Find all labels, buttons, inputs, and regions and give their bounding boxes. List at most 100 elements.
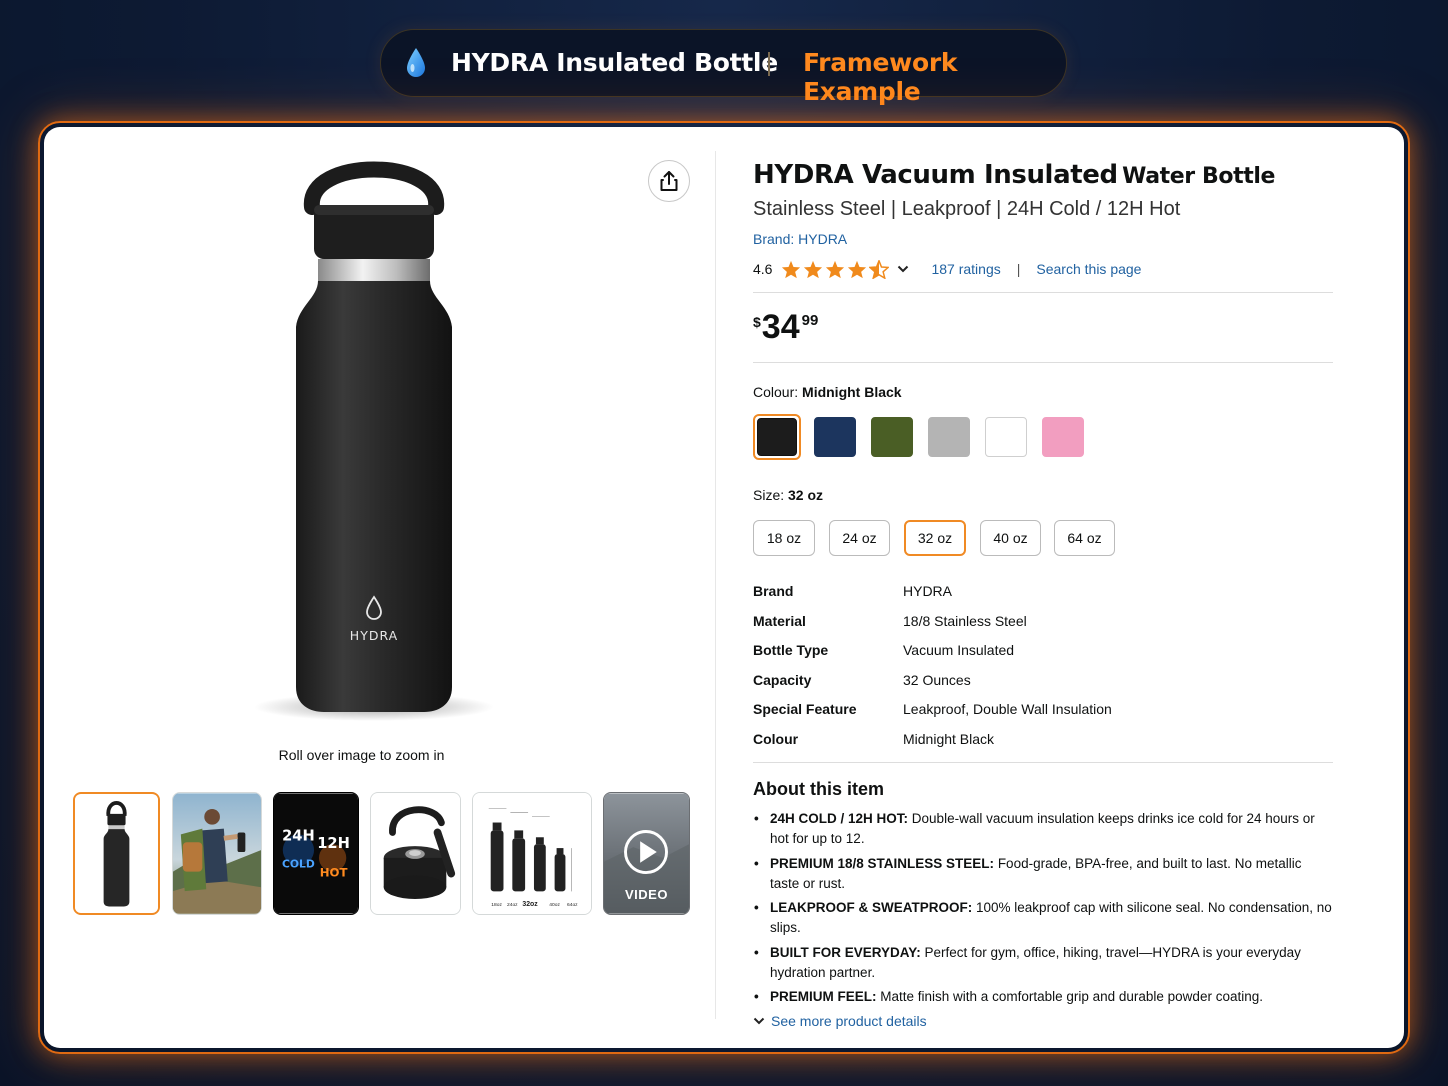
list-item: 24H COLD / 12H HOT: Double-wall vacuum i… (753, 809, 1333, 849)
about-title: About this item (753, 779, 884, 799)
spec-key: Special Feature (753, 701, 857, 717)
water-drop-icon (407, 48, 425, 77)
sizes-label-24oz: 24oz (507, 902, 518, 908)
thumbnail-video[interactable]: VIDEO (603, 792, 690, 915)
cap-thumbnail-image (371, 793, 460, 914)
spec-key: Brand (753, 583, 794, 599)
list-item: PREMIUM FEEL: Matte finish with a comfor… (753, 987, 1333, 1007)
swatch-midnight-black[interactable] (753, 414, 801, 460)
share-button[interactable] (648, 160, 690, 202)
size-label: Size: 32 oz (753, 487, 823, 503)
bullet-head: 24H COLD / 12H HOT: (770, 811, 909, 826)
list-item: LEAKPROOF & SWEATPROOF: 100% leakproof c… (753, 898, 1333, 938)
size-option-64oz[interactable]: 64 oz (1054, 520, 1115, 556)
thumbnail-temperature[interactable]: 24H COLD 12H HOT (273, 792, 359, 915)
sizes-label-40oz: 40oz (549, 902, 560, 908)
bottle-thumbnail-image (75, 794, 158, 913)
main-image-logo: HYDRA (350, 628, 398, 643)
about-bullets: 24H COLD / 12H HOT: Double-wall vacuum i… (753, 809, 1333, 1012)
swatch-fill (757, 418, 797, 456)
thumbnail-bottle[interactable] (73, 792, 160, 915)
size-option-40oz[interactable]: 40 oz (980, 520, 1041, 556)
thumb-temp-cold: COLD (282, 858, 315, 871)
spec-row: Material 18/8 Stainless Steel (753, 613, 1333, 643)
swatch-pink[interactable] (1039, 414, 1087, 460)
chevron-down-icon (753, 1017, 765, 1025)
swatch-grey[interactable] (925, 414, 973, 460)
list-item: BUILT FOR EVERYDAY: Perfect for gym, off… (753, 943, 1333, 983)
price-fraction: 99 (801, 312, 819, 329)
spec-row: Special Feature Leakproof, Double Wall I… (753, 701, 1333, 731)
product-subtitle: Stainless Steel | Leakproof | 24H Cold /… (753, 198, 1181, 220)
share-icon (660, 171, 678, 191)
brand-link[interactable]: Brand: HYDRA (753, 231, 847, 247)
sizes-label-32oz: 32oz (522, 901, 538, 908)
spec-row: Bottle Type Vacuum Insulated (753, 642, 1333, 672)
rating-row: 4.6 187 ratings | Search this page (753, 259, 1141, 279)
main-product-image[interactable]: HYDRA (194, 147, 554, 737)
colour-selected: Midnight Black (802, 384, 902, 400)
spec-value: 18/8 Stainless Steel (903, 612, 1027, 629)
spec-row: Capacity 32 Ounces (753, 672, 1333, 702)
ratings-link[interactable]: 187 ratings (931, 261, 1000, 277)
star-icon (826, 260, 845, 278)
spec-key: Material (753, 612, 806, 629)
divider (753, 762, 1333, 763)
see-more-link[interactable]: See more product details (753, 1013, 927, 1029)
spec-row: Colour Midnight Black (753, 731, 1333, 761)
spec-value: Midnight Black (903, 730, 995, 747)
star-icon (782, 260, 801, 278)
size-label-prefix: Size: (753, 487, 785, 503)
colour-label-prefix: Colour: (753, 384, 799, 400)
swatch-fill (985, 417, 1027, 457)
spec-key: Capacity (753, 671, 812, 688)
thumbnail-cap[interactable] (370, 792, 461, 915)
price: $ 34 99 (753, 310, 818, 344)
sizes-thumbnail-image: 18oz 24oz 32oz 40oz 64oz (473, 793, 591, 914)
star-rating[interactable] (781, 259, 890, 279)
header-subtitle: Framework Example (803, 48, 958, 106)
see-more-label: See more product details (771, 1013, 927, 1029)
bullet-text: Matte finish with a comfortable grip and… (880, 989, 1263, 1004)
product-title-tail: Water Bottle (1122, 164, 1275, 189)
column-divider (715, 151, 716, 1019)
header-pill: HYDRA Insulated Bottle Framework Example (380, 29, 1067, 106)
search-page-link[interactable]: Search this page (1036, 261, 1141, 277)
spec-value: Leakproof, Double Wall Insulation (903, 701, 1112, 717)
bullet-head: PREMIUM 18/8 STAINLESS STEEL: (770, 855, 995, 871)
rating-value: 4.6 (753, 261, 773, 277)
price-symbol: $ (753, 314, 761, 330)
list-item: PREMIUM 18/8 STAINLESS STEEL: Food-grade… (753, 854, 1333, 894)
bullet-head: LEAKPROOF & SWEATPROOF: (770, 900, 973, 915)
chevron-down-icon[interactable] (897, 265, 909, 273)
star-icon (848, 260, 867, 278)
zoom-hint: Roll over image to zoom in (278, 747, 445, 763)
swatch-fill (1042, 417, 1084, 457)
header-divider (768, 52, 770, 76)
spec-row: Brand HYDRA (753, 583, 1333, 613)
thumb-temp-hot: HOT (320, 865, 348, 879)
size-option-32oz[interactable]: 32 oz (904, 520, 966, 556)
bullet-head: BUILT FOR EVERYDAY: (770, 944, 921, 960)
swatch-fill (814, 417, 856, 457)
swatch-navy[interactable] (811, 414, 859, 460)
half-star-icon (869, 259, 890, 279)
colour-label: Colour: Midnight Black (753, 384, 902, 400)
bullet-head: PREMIUM FEEL: (770, 989, 877, 1004)
size-option-18oz[interactable]: 18 oz (753, 520, 815, 556)
thumbnail-hiker[interactable] (172, 792, 262, 915)
rating-separator: | (1016, 261, 1021, 277)
price-whole: 34 (761, 308, 800, 346)
temperature-thumbnail-image: 24H COLD 12H HOT (274, 793, 358, 914)
size-option-24oz[interactable]: 24 oz (829, 520, 890, 556)
thumb-temp-24h: 24H (282, 827, 315, 844)
product-title: HYDRA Vacuum Insulated Water Bottle (753, 160, 1275, 190)
spec-table: Brand HYDRA Material 18/8 Stainless Stee… (753, 583, 1333, 760)
thumbnail-sizes[interactable]: 18oz 24oz 32oz 40oz 64oz (472, 792, 592, 915)
divider (753, 292, 1333, 293)
swatch-white[interactable] (982, 414, 1030, 460)
swatch-olive[interactable] (868, 414, 916, 460)
spec-value: 32 Ounces (903, 671, 971, 688)
sizes-label-64oz: 64oz (567, 902, 578, 908)
divider (753, 362, 1333, 363)
